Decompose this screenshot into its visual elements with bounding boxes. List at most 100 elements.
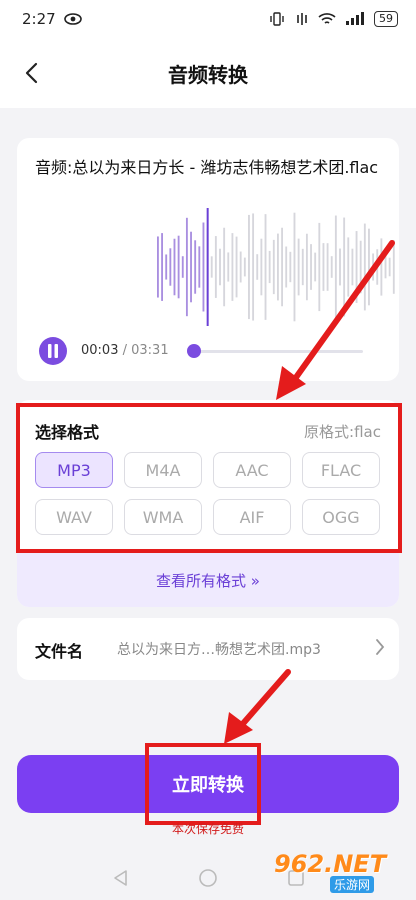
pause-button[interactable] — [39, 337, 67, 365]
waveform-bar — [210, 256, 213, 278]
waveform-bar — [301, 248, 304, 286]
filename-row[interactable]: 文件名 总以为来日方…畅想艺术团.mp3 — [17, 618, 399, 680]
waveform-bar — [223, 227, 226, 307]
waveform-bar — [322, 243, 325, 291]
waveform-bar — [318, 222, 321, 312]
signal-icon — [346, 12, 364, 25]
waveform-bar — [165, 254, 168, 280]
waveform-bar — [161, 233, 163, 301]
format-option-flac[interactable]: FLAC — [302, 452, 380, 488]
waveform-bar — [281, 227, 283, 307]
waveform-playhead — [206, 208, 209, 326]
waveform-bar — [198, 246, 201, 288]
filename-label: 文件名 — [35, 642, 84, 661]
waveform-bar — [359, 240, 362, 294]
waveform-bar — [173, 238, 176, 296]
waveform-bar — [297, 238, 300, 296]
waveform-bar — [157, 236, 159, 298]
bluetooth-vibrate-icon — [270, 12, 284, 26]
progress-track[interactable] — [193, 350, 363, 353]
wifi-icon — [318, 13, 336, 24]
format-title: 选择格式 — [35, 423, 100, 442]
waveform-bar — [285, 246, 288, 288]
waveform-bar — [252, 213, 255, 321]
waveform-bar — [314, 252, 317, 282]
original-format: 原格式:flac — [304, 423, 381, 441]
waveform-bar — [169, 248, 172, 286]
eye-icon — [63, 13, 82, 25]
waveform-bar — [177, 235, 180, 299]
current-time: 00:03 — [81, 343, 119, 358]
waveform-bar — [372, 253, 375, 281]
waveform-bar — [248, 214, 250, 320]
waveform-bar — [272, 239, 275, 295]
waveform-bar — [355, 231, 358, 303]
waveform-bar — [305, 233, 308, 301]
format-option-m4a[interactable]: M4A — [124, 452, 202, 488]
format-option-wav[interactable]: WAV — [35, 499, 113, 535]
waveform-bar — [181, 256, 184, 278]
watermark-logo: 962.NET — [274, 850, 387, 878]
filename-value: 总以为来日方…畅想艺术团.mp3 — [117, 642, 321, 658]
nav-back-icon[interactable] — [112, 869, 128, 887]
waveform[interactable] — [157, 208, 397, 326]
track-name: 音频:总以为来日方长 - 潍坊志伟畅想艺术团.flac — [35, 158, 379, 177]
total-time: 03:31 — [131, 343, 169, 358]
progress-knob[interactable] — [187, 344, 201, 358]
waveform-bar — [214, 236, 217, 298]
waveform-bar — [289, 251, 292, 283]
save-free-note: 本次保存免费 — [171, 822, 244, 836]
waveform-bar — [392, 240, 395, 294]
waveform-bar — [194, 240, 197, 294]
waveform-bar — [256, 254, 259, 280]
waveform-bar — [260, 238, 263, 296]
waveform-bar — [293, 212, 296, 322]
waveform-bar — [264, 214, 267, 320]
waveform-bar — [334, 215, 337, 319]
waveform-bar — [227, 252, 230, 282]
waveform-bar — [384, 255, 387, 279]
format-option-aac[interactable]: AAC — [213, 452, 291, 488]
waveform-bar — [347, 237, 350, 297]
waveform-bar — [368, 228, 370, 306]
watermark-subtitle: 乐游网 — [330, 876, 375, 893]
vibrate-icon — [297, 13, 307, 25]
convert-now-button[interactable]: 立即转换 — [17, 755, 399, 813]
waveform-bar — [277, 233, 279, 301]
waveform-bar — [231, 233, 234, 301]
format-option-wma[interactable]: WMA — [124, 499, 202, 535]
audio-player-card: 音频:总以为来日方长 - 潍坊志伟畅想艺术团.flac 00:03 / 03:3… — [17, 138, 399, 381]
format-selector-card: 选择格式 原格式:flac MP3 M4A AAC FLAC WAV WMA A… — [17, 400, 399, 607]
waveform-bar — [376, 249, 379, 285]
status-bar: 2:27 59 — [0, 0, 416, 38]
format-option-ogg[interactable]: OGG — [302, 499, 380, 535]
waveform-bar — [380, 238, 383, 296]
back-button[interactable] — [16, 58, 46, 88]
waveform-bar — [190, 231, 192, 303]
view-all-formats-link[interactable]: 查看所有格式 » — [17, 553, 399, 607]
waveform-bar — [351, 248, 354, 286]
watermark: 962.NET 乐游网 — [268, 848, 408, 894]
waveform-bar — [185, 217, 188, 317]
waveform-bar — [202, 222, 205, 312]
waveform-bar — [219, 248, 221, 286]
waveform-bar — [363, 223, 366, 311]
chevron-right-icon — [376, 639, 385, 655]
app-header: 音频转换 — [0, 38, 416, 108]
waveform-bar — [310, 244, 312, 290]
pause-icon — [48, 344, 58, 358]
playback-time: 00:03 / 03:31 — [81, 343, 169, 358]
time-separator: / — [118, 343, 132, 358]
waveform-bar — [235, 236, 238, 298]
page-title: 音频转换 — [168, 62, 248, 87]
waveform-bar — [388, 257, 391, 277]
waveform-bar — [330, 256, 333, 278]
format-option-mp3[interactable]: MP3 — [35, 452, 113, 488]
chevron-left-icon — [25, 62, 38, 84]
format-option-aif[interactable]: AIF — [213, 499, 291, 535]
waveform-bar — [339, 248, 341, 286]
waveform-bar — [268, 250, 271, 284]
waveform-bar — [239, 251, 242, 283]
nav-home-icon[interactable] — [198, 868, 218, 888]
waveform-bar — [343, 217, 346, 317]
